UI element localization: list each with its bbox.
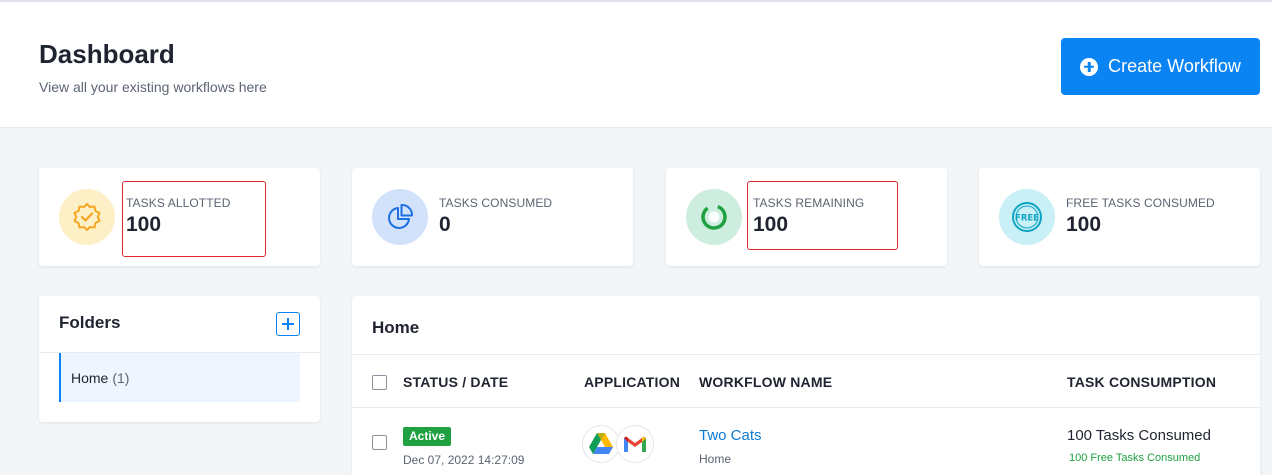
stat-card-tasks-allotted: TASKS ALLOTTED 100 — [39, 168, 320, 266]
plus-circle-icon — [1080, 57, 1099, 76]
svg-text:FREE: FREE — [1015, 214, 1039, 224]
folders-title: Folders — [59, 313, 121, 332]
stat-card-tasks-remaining: TASKS REMAINING 100 — [666, 168, 947, 266]
stat-value: 100 — [1066, 213, 1102, 236]
row-checkbox[interactable] — [372, 435, 387, 450]
column-header-workflow-name[interactable]: WORKFLOW NAME — [699, 374, 832, 390]
stat-card-free-tasks-consumed: FREE FREE TASKS CONSUMED 100 — [979, 168, 1260, 266]
free-tasks-consumed-text: 100 Free Tasks Consumed — [1069, 452, 1201, 464]
column-header-status-date[interactable]: STATUS / DATE — [403, 374, 508, 390]
tasks-consumed-text: 100 Tasks Consumed — [1067, 427, 1211, 444]
create-workflow-label: Create Workflow — [1108, 56, 1241, 76]
table-title: Home — [372, 318, 420, 337]
stat-label: TASKS REMAINING — [753, 196, 865, 210]
workflow-name-link[interactable]: Two Cats — [699, 427, 762, 444]
page-subtitle: View all your existing workflows here — [39, 79, 267, 95]
stat-value: 100 — [126, 213, 162, 236]
add-folder-button[interactable] — [276, 312, 300, 336]
folder-name: Home — [71, 369, 109, 386]
page-header: Dashboard View all your existing workflo… — [0, 2, 1272, 128]
stat-label: TASKS ALLOTTED — [126, 196, 231, 210]
verified-badge-icon — [59, 189, 115, 245]
page-title: Dashboard — [39, 39, 175, 69]
status-badge: Active — [403, 427, 452, 446]
free-stamp-icon: FREE — [999, 189, 1055, 245]
table-row[interactable]: Active Dec 07, 2022 14:27:09 Two Cats Ho… — [352, 408, 1260, 475]
create-workflow-button[interactable]: Create Workflow — [1061, 38, 1260, 95]
table-header: STATUS / DATE APPLICATION WORKFLOW NAME … — [352, 354, 1260, 408]
column-header-application[interactable]: APPLICATION — [584, 374, 680, 390]
folders-panel: Folders Home (1) — [39, 296, 320, 422]
gmail-icon — [616, 425, 654, 463]
google-drive-icon — [582, 425, 620, 463]
folder-count: (1) — [112, 369, 130, 386]
stat-value: 100 — [753, 213, 789, 236]
stat-label: FREE TASKS CONSUMED — [1066, 196, 1215, 210]
stat-label: TASKS CONSUMED — [439, 196, 553, 210]
folder-item-home[interactable]: Home (1) — [59, 353, 300, 402]
select-all-checkbox[interactable] — [372, 375, 387, 390]
workflow-folder: Home — [699, 452, 732, 466]
stat-value: 0 — [439, 213, 451, 236]
workflows-table: Home STATUS / DATE APPLICATION WORKFLOW … — [352, 296, 1260, 475]
workflow-date: Dec 07, 2022 14:27:09 — [403, 453, 525, 467]
pie-chart-icon — [372, 189, 428, 245]
column-header-task-consumption[interactable]: TASK CONSUMPTION — [1067, 374, 1216, 390]
ring-chart-icon — [686, 189, 742, 245]
stat-card-tasks-consumed: TASKS CONSUMED 0 — [352, 168, 633, 266]
